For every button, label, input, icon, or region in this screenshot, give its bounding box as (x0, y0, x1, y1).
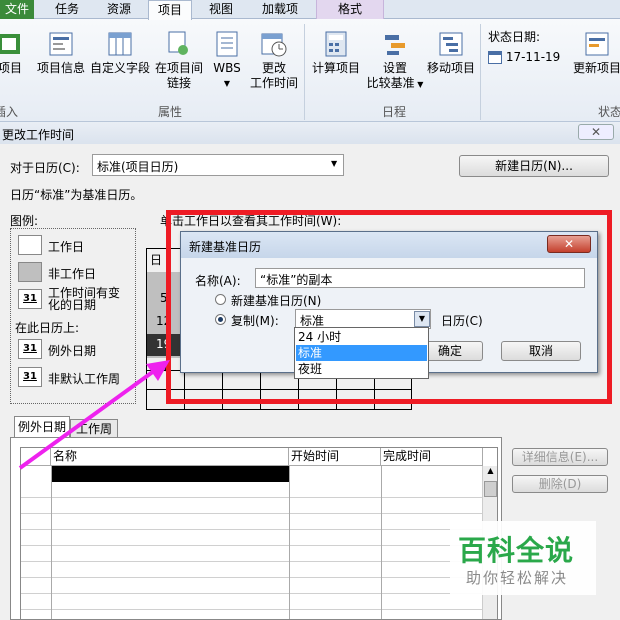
watermark-title: 百科全说 (458, 534, 575, 567)
watermark-subtitle: 助你轻松解决 (466, 569, 569, 587)
watermark-logo: 百科全说 助你轻松解决 (450, 521, 596, 595)
